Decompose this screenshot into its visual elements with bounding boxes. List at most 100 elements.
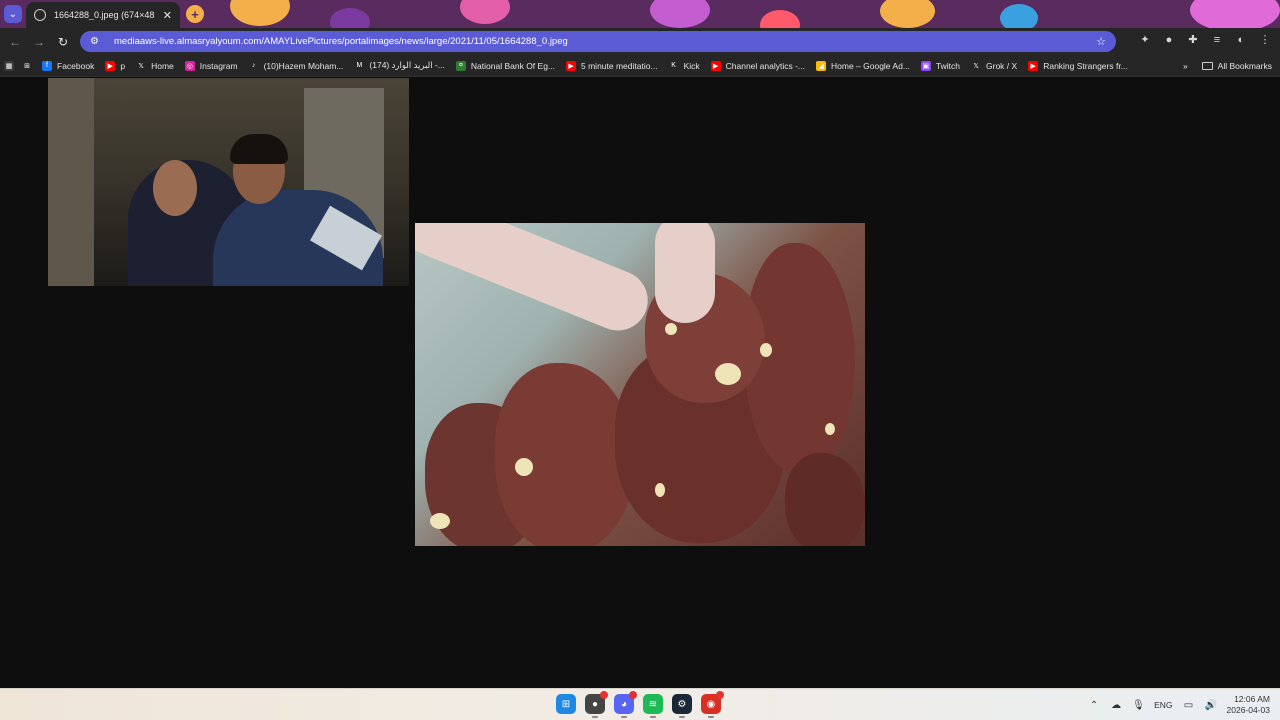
displayed-image[interactable] [415, 223, 865, 546]
bookmark-label: (10)Hazem Moham... [263, 60, 344, 71]
youtube-icon: ▶ [710, 60, 721, 71]
bookmark-item[interactable]: ◎ Instagram [184, 60, 238, 71]
forward-button[interactable]: → [28, 31, 50, 53]
chrome-app[interactable]: ● [585, 691, 608, 718]
menu-icon[interactable]: ⋮ [1258, 33, 1272, 46]
pin-icon[interactable]: ✦ [1138, 33, 1152, 46]
tiktok-icon: ♪ [248, 60, 259, 71]
bookmark-item[interactable]: 𝕏 Home [136, 60, 174, 71]
screen: ⌄ 1664288_0.jpeg (674×485) ✕ + ← → ↻ ⚙ m… [0, 0, 1280, 720]
fat-spot [715, 363, 741, 385]
theme-decoration [330, 8, 370, 28]
bookmark-item[interactable]: ▶ Channel analytics -... [710, 60, 805, 71]
apps-icon[interactable]: ▦ [4, 60, 14, 71]
bookmark-label: Twitch [935, 60, 961, 71]
cloud-icon[interactable]: ☁ [1110, 700, 1122, 711]
bookmark-item[interactable]: ▶ 5 minute meditatio... [566, 60, 658, 71]
bookmark-star-icon[interactable]: ☆ [1096, 35, 1106, 48]
tab-active[interactable]: 1664288_0.jpeg (674×485) ✕ [26, 2, 180, 28]
bookmark-item[interactable]: ▶ p [105, 60, 125, 71]
running-indicator [621, 716, 627, 718]
site-info-icon[interactable]: ⚙ [90, 36, 104, 47]
bookmark-label: 5 minute meditatio... [581, 60, 658, 71]
url-text[interactable]: mediaaws-live.almasryalyoum.com/AMAYLive… [114, 36, 1096, 47]
bookmark-label: Grok / X [986, 60, 1018, 71]
clock[interactable]: 12:06 AM 2026-04-03 [1227, 694, 1270, 716]
bookmark-item[interactable]: ¤ National Bank Of Eg... [455, 60, 555, 71]
bookmark-item[interactable]: f Facebook [42, 60, 95, 71]
tab-search-button[interactable]: ⌄ [4, 5, 22, 23]
running-indicator [679, 716, 685, 718]
network-icon[interactable]: ▭ [1183, 700, 1195, 711]
bookmark-item[interactable]: ◢ Home – Google Ad... [816, 60, 910, 71]
bookmark-label: Kick [683, 60, 700, 71]
reload-button[interactable]: ↻ [52, 31, 74, 53]
address-bar[interactable]: ⚙ mediaaws-live.almasryalyoum.com/AMAYLi… [80, 31, 1116, 52]
browser-toolbar: ← → ↻ ⚙ mediaaws-live.almasryalyoum.com/… [0, 28, 1280, 55]
bookmark-item[interactable]: ♪ (10)Hazem Moham... [248, 60, 344, 71]
spotify-app-icon: ≋ [648, 698, 658, 710]
webcam-overlay [48, 78, 409, 286]
notification-badge [629, 691, 637, 699]
hand-thumb [655, 223, 715, 323]
new-tab-button[interactable]: + [186, 5, 204, 23]
bookmark-item[interactable]: ▣ Twitch [920, 60, 961, 71]
x-icon: 𝕏 [136, 60, 147, 71]
steam-app[interactable]: ⚙ [672, 694, 692, 718]
chrome-dev-app-icon: ◉ [706, 698, 716, 710]
bookmarks-right: » All Bookmarks [1183, 55, 1272, 77]
folder-icon [1201, 62, 1213, 70]
close-tab-button[interactable]: ✕ [163, 9, 172, 22]
gmail-icon: M [354, 60, 365, 71]
bank-icon: ¤ [455, 60, 466, 71]
volume-icon[interactable]: 🔊 [1205, 700, 1217, 711]
spotify-app[interactable]: ≋ [643, 694, 663, 718]
start-button[interactable]: ⊞ [556, 694, 576, 714]
bookmark-item[interactable]: M (174) البريد الوارد -... [354, 60, 445, 71]
notification-badge [716, 691, 724, 699]
tab-title: 1664288_0.jpeg (674×485) [54, 10, 155, 20]
language-indicator[interactable]: ENG [1154, 700, 1172, 710]
youtube-icon: ▶ [1028, 60, 1039, 71]
reading-list-icon[interactable]: ≡ [1210, 34, 1224, 46]
microphone-icon[interactable]: 🎙 [1132, 700, 1145, 711]
profile-avatar-icon[interactable]: ◐ [1234, 34, 1248, 46]
bookmarks-bar: ▦ ⊞ f Facebook ▶ p 𝕏 Home ◎ Instagram ♪ (10)Hazem… [0, 55, 1280, 77]
webcam-person-left-head [153, 160, 197, 216]
chevron-up-icon[interactable]: ⌃ [1088, 700, 1100, 711]
toolbar-actions: ✦ ● ✚ ≡ ◐ ⋮ [1138, 33, 1272, 47]
bookmark-label: Facebook [57, 60, 95, 71]
liver-piece [785, 453, 865, 546]
bookmark-item[interactable]: ▶ Ranking Strangers fr... [1028, 60, 1128, 71]
webcam-wall [48, 78, 94, 286]
bookmark-label: Ranking Strangers fr... [1043, 60, 1128, 71]
bookmark-label: Instagram [199, 60, 238, 71]
back-button[interactable]: ← [4, 31, 26, 53]
all-bookmarks-button[interactable]: All Bookmarks [1201, 61, 1272, 71]
google-ads-icon: ◢ [816, 60, 826, 71]
kick-icon: K [668, 60, 679, 71]
grid-icon[interactable]: ⊞ [22, 60, 32, 71]
theme-decoration [230, 0, 290, 26]
youtube-icon: ▶ [105, 60, 116, 71]
extensions-icon[interactable]: ✚ [1186, 33, 1200, 46]
taskbar-apps: ⊞ ● ◕ ≋ ⚙ ◉ [556, 691, 724, 718]
notification-badge [600, 691, 608, 699]
theme-decoration [1190, 0, 1280, 28]
globe-icon [34, 9, 46, 21]
bookmark-item[interactable]: K Kick [668, 60, 700, 71]
steam-app-icon: ⚙ [677, 698, 687, 710]
discord-app[interactable]: ◕ [614, 691, 637, 718]
clock-date: 2026-04-03 [1226, 705, 1270, 715]
tab-strip: ⌄ 1664288_0.jpeg (674×485) ✕ + [0, 0, 1280, 28]
extension-circle-icon[interactable]: ● [1162, 34, 1176, 46]
all-bookmarks-label: All Bookmarks [1217, 61, 1272, 71]
more-bookmarks-button[interactable]: » [1183, 61, 1188, 71]
chrome-dev-app[interactable]: ◉ [701, 691, 724, 718]
liver-piece [495, 363, 635, 546]
bookmark-label: (174) البريد الوارد -... [369, 60, 445, 70]
bookmark-item[interactable]: 𝕏 Grok / X [971, 60, 1018, 71]
running-indicator [650, 716, 656, 718]
discord-app-icon: ◕ [620, 698, 628, 710]
page-content [0, 78, 1280, 688]
